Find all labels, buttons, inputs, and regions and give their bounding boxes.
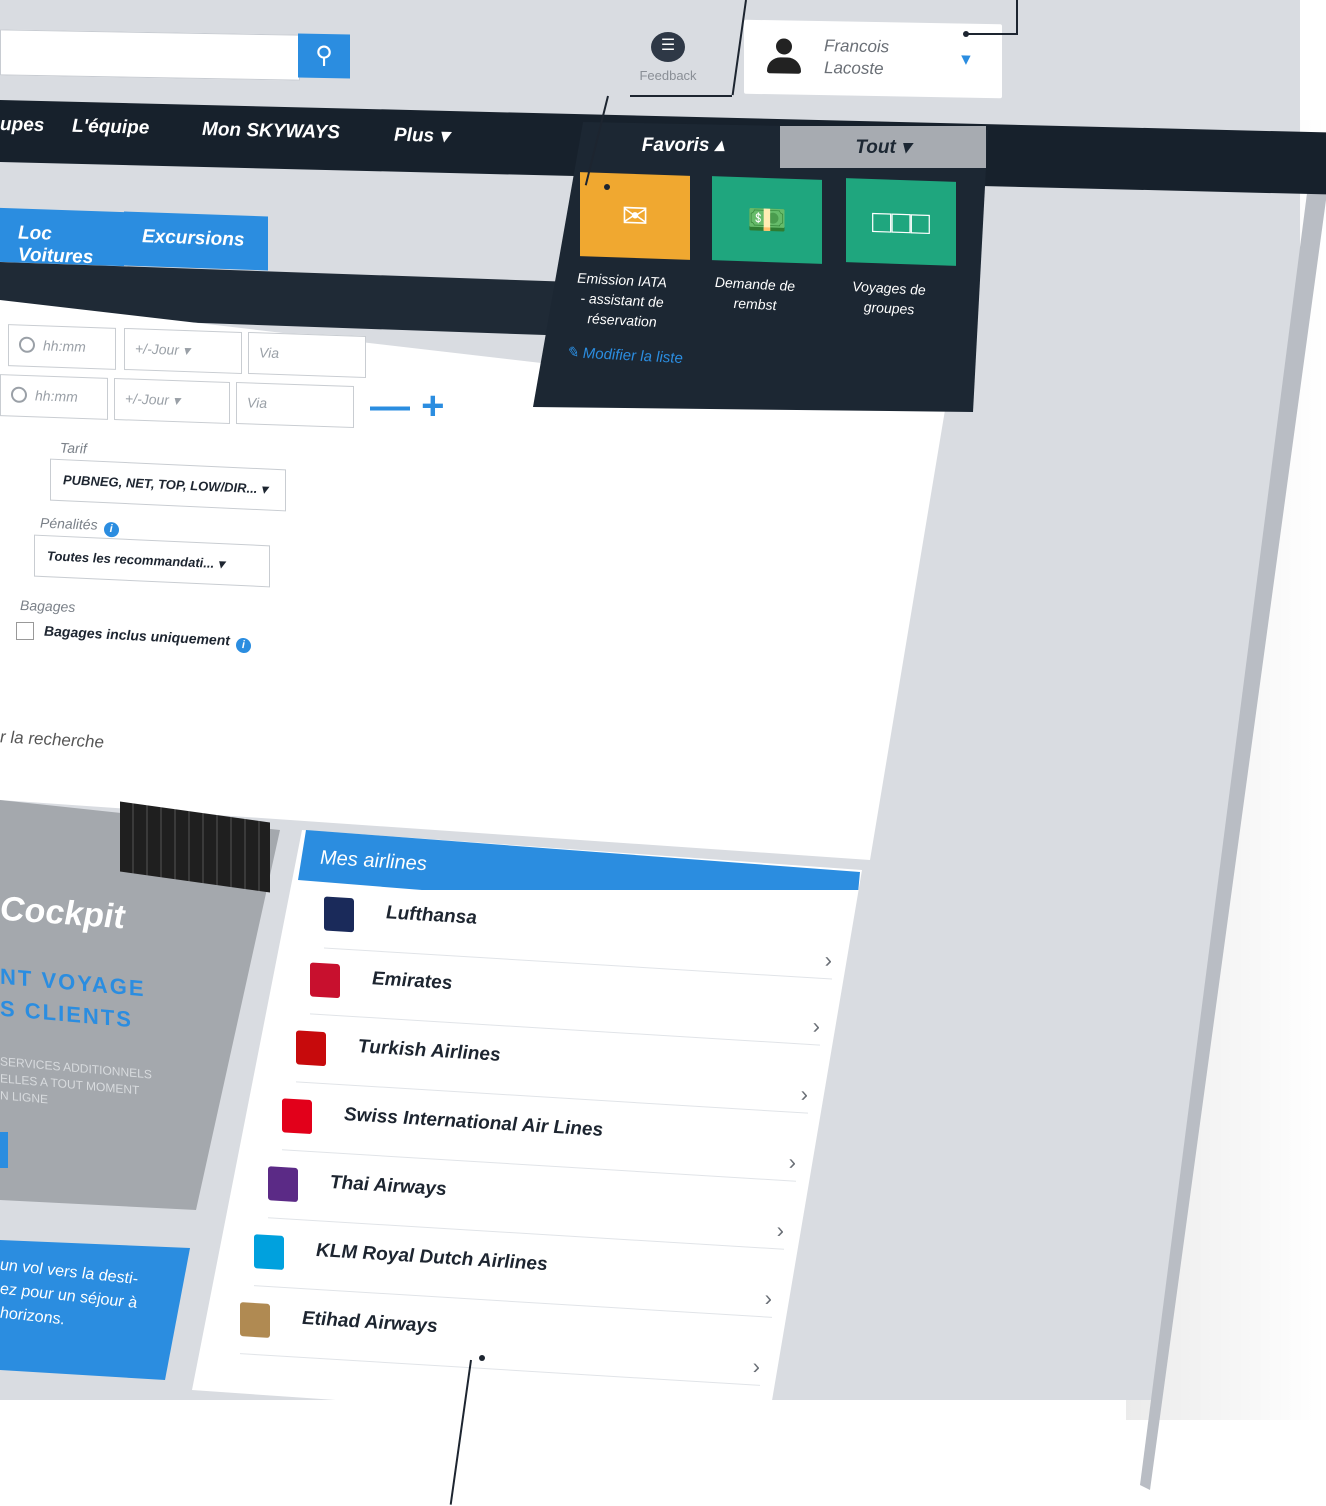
pencil-icon: ✎	[566, 343, 579, 362]
tab-label: Excursions	[142, 226, 245, 251]
tarif-value: PUBNEG, NET, TOP, LOW/DIR... ▾	[63, 472, 268, 497]
clock-icon	[11, 386, 27, 404]
airline-name: Turkish Airlines	[358, 1036, 501, 1066]
tab-tout[interactable]: Tout ▾	[780, 126, 986, 168]
nav-item-equipe[interactable]: L'équipe	[72, 116, 149, 140]
via-input-2[interactable]: Via	[236, 381, 354, 429]
tile-label-emission: Emission IATA - assistant de réservation	[577, 269, 667, 330]
info-icon[interactable]: i	[103, 521, 119, 538]
penalites-value: Toutes les recommandati... ▾	[47, 548, 225, 572]
chevron-right-icon: ›	[788, 1149, 796, 1175]
tab-excursions[interactable]: Excursions	[124, 211, 268, 271]
airline-logo	[254, 1234, 284, 1270]
screen-mockup: ⚲ ☰ Feedback Francois Lacoste ▼ upes L'é…	[0, 0, 1326, 1506]
user-first-name: Francois	[824, 36, 890, 57]
airline-logo	[268, 1166, 298, 1203]
airline-name: KLM Royal Dutch Airlines	[316, 1239, 548, 1276]
bagages-label: Bagages	[20, 597, 76, 615]
feedback-label: Feedback	[639, 68, 697, 83]
time-input-1[interactable]: hh:mm	[8, 324, 116, 370]
airline-logo	[240, 1302, 270, 1338]
callout-dot	[479, 1355, 485, 1361]
day-select-1[interactable]: +/-Jour ▾	[124, 327, 242, 375]
user-name: Francois Lacoste	[824, 35, 889, 80]
day-select-2[interactable]: +/-Jour ▾	[114, 377, 230, 425]
penalites-label: Pénalités i	[40, 515, 119, 538]
chevron-right-icon: ›	[764, 1285, 772, 1311]
tarif-label: Tarif	[60, 439, 87, 457]
chevron-right-icon: ›	[824, 947, 832, 973]
search-button[interactable]: ⚲	[298, 33, 350, 79]
airline-name: Swiss International Air Lines	[344, 1104, 604, 1141]
day-label: +/-Jour	[135, 340, 179, 358]
seats-icon: □□□	[872, 202, 930, 241]
airline-name: Lufthansa	[386, 902, 477, 929]
day-label: +/-Jour	[125, 390, 169, 408]
callout-dot	[604, 184, 610, 190]
chevron-right-icon: ›	[800, 1081, 808, 1107]
cockpit-cta-button[interactable]	[0, 1132, 8, 1168]
airline-logo	[282, 1098, 312, 1135]
user-avatar-icon	[766, 38, 802, 75]
chevron-right-icon: ›	[752, 1353, 760, 1379]
callout-line	[630, 95, 732, 97]
nav-item-groupes[interactable]: upes	[0, 114, 44, 137]
info-icon[interactable]: i	[235, 637, 251, 654]
tab-favoris[interactable]: Favoris ▴	[585, 124, 781, 168]
airline-name: Thai Airways	[330, 1172, 447, 1201]
ticket-icon: ✉	[621, 197, 649, 235]
tile-demande-rembst[interactable]: 💵	[712, 176, 822, 264]
airline-logo	[324, 896, 354, 933]
search-icon: ⚲	[315, 41, 333, 70]
chevron-right-icon: ›	[812, 1013, 820, 1039]
bagages-checkbox[interactable]	[16, 622, 34, 640]
callout-line	[966, 33, 1018, 35]
chevron-right-icon: ›	[776, 1217, 784, 1243]
tile-label-voyages: Voyages de groupes	[852, 278, 926, 318]
nav-item-mon-skyways[interactable]: Mon SKYWAYS	[202, 119, 340, 144]
tile-emission-iata[interactable]: ✉	[580, 172, 690, 260]
money-icon: 💵	[747, 201, 787, 239]
tile-voyages-groupes[interactable]: □□□	[846, 178, 956, 266]
tile-label-demande: Demande de rembst	[714, 273, 796, 314]
chevron-down-icon[interactable]: ▼	[958, 51, 974, 69]
via-placeholder: Via	[247, 394, 267, 412]
search-input[interactable]	[0, 29, 300, 81]
clock-icon	[19, 336, 35, 354]
callout-dot	[963, 31, 969, 37]
time-placeholder: hh:mm	[43, 337, 86, 355]
callout-line	[630, 95, 632, 97]
tab-label: Loc Voitures	[18, 222, 94, 269]
airline-name: Etihad Airways	[302, 1307, 438, 1338]
via-placeholder: Via	[259, 344, 279, 362]
airline-logo	[310, 962, 340, 999]
add-remove-leg-buttons[interactable]: — +	[370, 384, 444, 429]
airline-name: Emirates	[372, 968, 453, 995]
airline-logo	[296, 1030, 326, 1067]
callout-line	[1016, 0, 1018, 34]
feedback-button[interactable]: ☰ Feedback	[628, 32, 708, 83]
user-last-name: Lacoste	[824, 58, 884, 79]
time-placeholder: hh:mm	[35, 387, 78, 405]
feedback-icon: ☰	[651, 32, 685, 62]
via-input-1[interactable]: Via	[248, 331, 366, 379]
nav-item-plus[interactable]: Plus ▾	[394, 124, 449, 148]
time-input-2[interactable]: hh:mm	[0, 374, 108, 420]
tab-loc-voitures[interactable]: Loc Voitures	[0, 207, 124, 269]
